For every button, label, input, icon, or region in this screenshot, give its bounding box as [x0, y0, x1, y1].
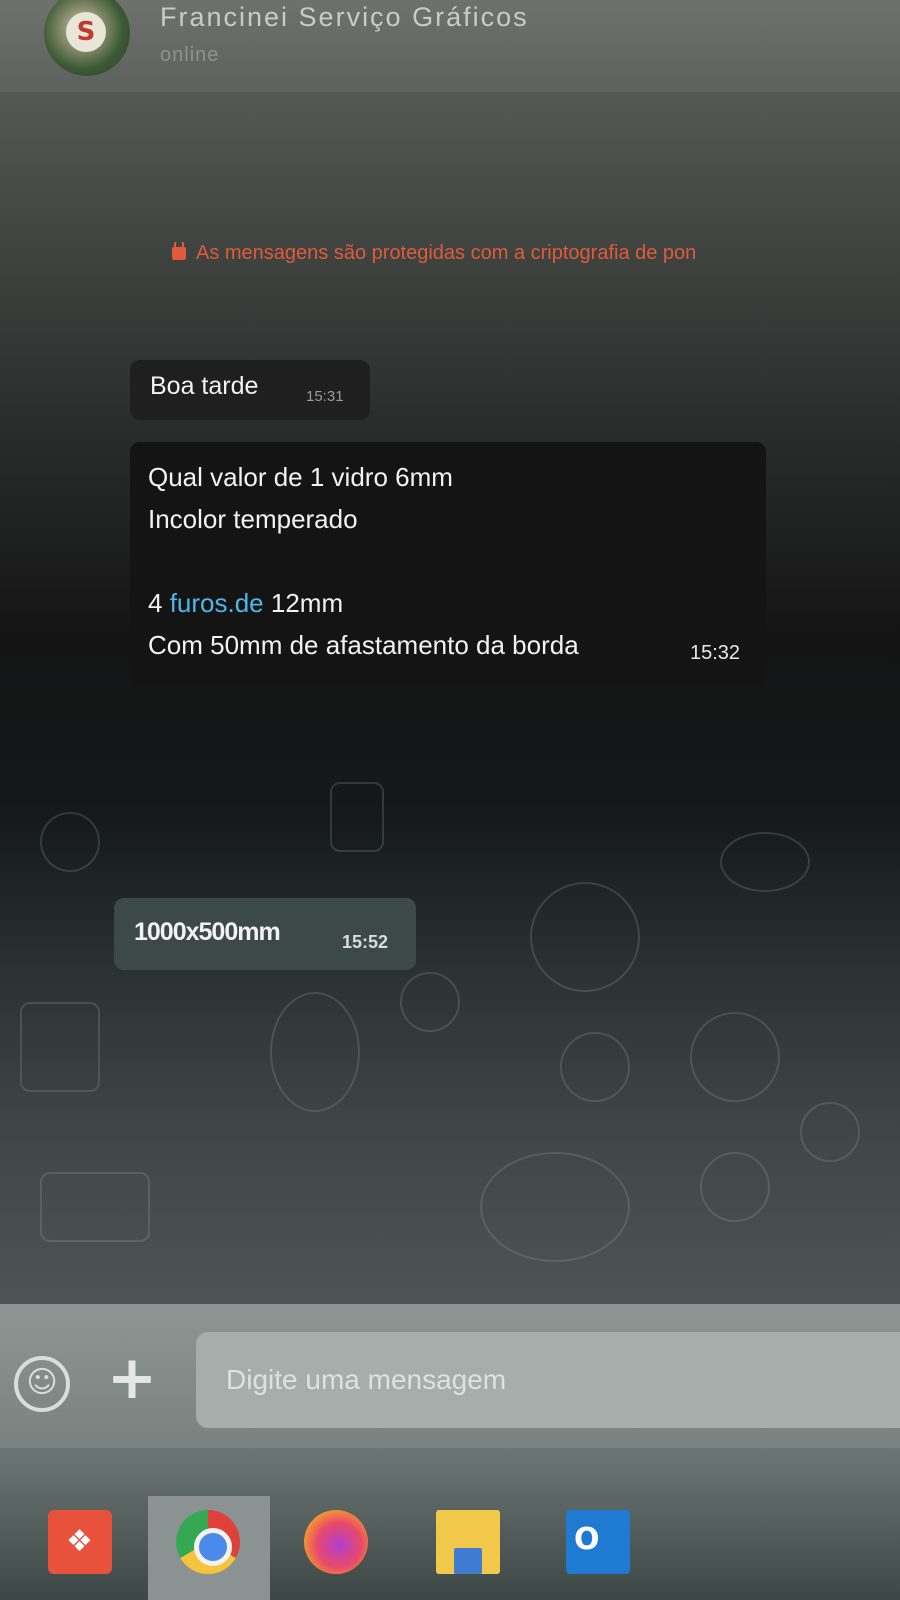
- contact-name[interactable]: Francinei Serviço Gráficos: [160, 2, 529, 33]
- outlook-glyph: O: [574, 1522, 600, 1557]
- message-text: Boa tarde: [150, 372, 259, 400]
- anydesk-icon[interactable]: ❖: [48, 1510, 112, 1574]
- contact-avatar[interactable]: S: [44, 0, 130, 76]
- message-bubble[interactable]: Boa tarde 15:31: [130, 360, 370, 420]
- wallpaper-doodle: [270, 992, 360, 1112]
- message-time: 15:32: [690, 642, 741, 664]
- chat-header[interactable]: S Francinei Serviço Gráficos online: [0, 0, 900, 92]
- taskbar: ❖ O: [0, 1448, 900, 1600]
- wallpaper-doodle: [40, 1172, 150, 1242]
- wallpaper-doodle: [560, 1032, 630, 1102]
- wallpaper-doodle: [530, 882, 640, 992]
- wallpaper-doodle: [20, 1002, 100, 1092]
- encryption-notice[interactable]: As mensagens são protegidas com a cripto…: [172, 242, 900, 265]
- message-text: Com 50mm de afastamento da borda: [148, 630, 579, 660]
- wallpaper-doodle: [690, 1012, 780, 1102]
- wallpaper-doodle: [700, 1152, 770, 1222]
- message-link[interactable]: furos.de: [170, 588, 264, 618]
- anydesk-glyph: ❖: [66, 1524, 93, 1559]
- message-text-line: 4 furos.de 12mm: [148, 582, 579, 624]
- emoji-icon[interactable]: ☺: [14, 1356, 70, 1412]
- lock-icon: [172, 242, 186, 260]
- wallpaper-doodle: [330, 782, 384, 852]
- message-bubble-sent[interactable]: 1000x500mm 15:52: [114, 898, 416, 970]
- message-text: 1000x500mm: [134, 918, 281, 946]
- contact-status: online: [160, 44, 220, 66]
- wallpaper-doodle: [40, 812, 100, 872]
- message-time: 15:52: [342, 932, 389, 952]
- wallpaper-doodle: [720, 832, 810, 892]
- outlook-icon[interactable]: O: [566, 1510, 630, 1574]
- message-text: 12mm: [263, 588, 344, 618]
- encryption-text: As mensagens são protegidas com a cripto…: [196, 242, 697, 264]
- plus-icon[interactable]: +: [104, 1348, 160, 1408]
- wallpaper-doodle: [480, 1152, 630, 1262]
- message-composer: ☺ +: [0, 1304, 900, 1448]
- chrome-icon[interactable]: [176, 1510, 240, 1574]
- message-text: Qual valor de 1 vidro 6mm: [148, 462, 453, 492]
- avatar-logo: S: [66, 12, 106, 52]
- message-time: 15:31: [306, 388, 344, 405]
- message-text: Incolor temperado: [148, 504, 358, 534]
- message-text: 4: [148, 588, 170, 618]
- wallpaper-doodle: [400, 972, 460, 1032]
- message-input[interactable]: [196, 1332, 900, 1428]
- firefox-icon[interactable]: [304, 1510, 368, 1574]
- chat-area[interactable]: As mensagens são protegidas com a cripto…: [0, 92, 900, 1304]
- message-bubble[interactable]: Qual valor de 1 vidro 6mm Incolor temper…: [130, 442, 766, 686]
- file-explorer-icon[interactable]: [436, 1510, 500, 1574]
- wallpaper-doodle: [800, 1102, 860, 1162]
